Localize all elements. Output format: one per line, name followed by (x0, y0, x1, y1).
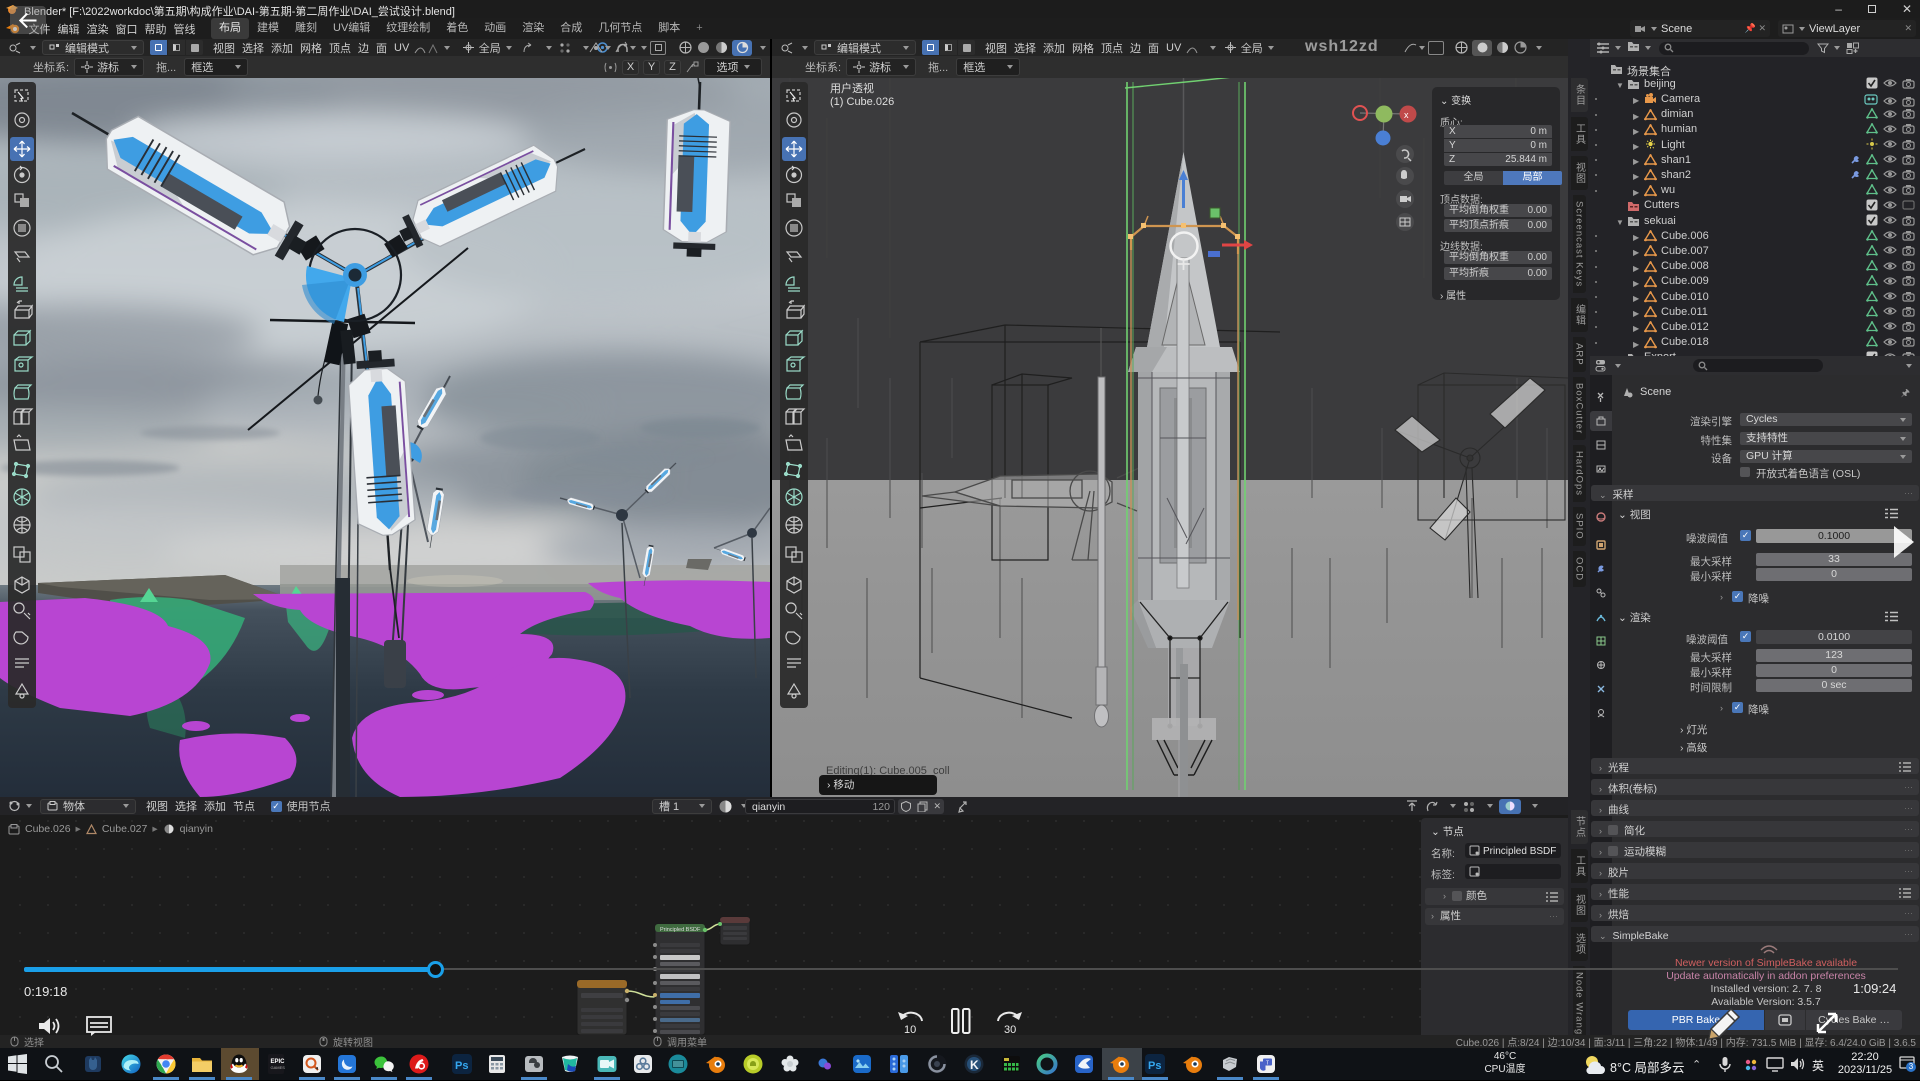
svg-text:Ps: Ps (455, 1060, 468, 1072)
svg-text:x: x (1404, 110, 1409, 120)
svg-text:30: 30 (1004, 1024, 1016, 1036)
svg-text:K: K (970, 1058, 979, 1072)
svg-text:Principled BSDF: Principled BSDF (660, 927, 701, 933)
svg-text:10: 10 (904, 1024, 916, 1036)
svg-text:T: T (1266, 1061, 1269, 1067)
svg-text:(1) Cube.026: (1) Cube.026 (830, 96, 894, 108)
svg-text:用户透视: 用户透视 (830, 81, 874, 95)
svg-text:GAMES: GAMES (271, 1065, 286, 1070)
svg-text:Ps: Ps (1148, 1060, 1161, 1072)
